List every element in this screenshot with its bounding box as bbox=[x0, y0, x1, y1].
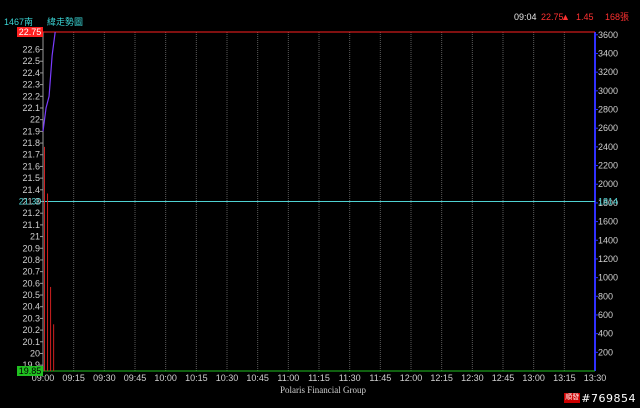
y-tick-label: 20.8 bbox=[22, 255, 40, 265]
y-tick-label: 21.8 bbox=[22, 138, 40, 148]
y-tick-label: 22.3 bbox=[22, 80, 40, 90]
volume-tick-label: 3000 bbox=[598, 86, 618, 96]
x-tick-label: 11:45 bbox=[369, 373, 391, 383]
x-tick-label: 12:15 bbox=[430, 373, 453, 383]
volume-tick-label: 1600 bbox=[598, 217, 618, 227]
y-tick-label: 22 bbox=[30, 115, 40, 125]
y-tick-label: 20.4 bbox=[22, 302, 40, 312]
volume-tick-label: 2000 bbox=[598, 179, 618, 189]
volume-tick-label: 2800 bbox=[598, 105, 618, 115]
volume-tick-label: 200 bbox=[598, 347, 613, 357]
x-tick-label: 13:30 bbox=[584, 373, 607, 383]
volume-tick-label: 600 bbox=[598, 310, 613, 320]
y-tick-label: 20.9 bbox=[22, 243, 40, 253]
x-tick-label: 10:45 bbox=[246, 373, 269, 383]
watermark: 順發 #769854 bbox=[564, 390, 636, 406]
y-tick-label: 22.2 bbox=[22, 91, 40, 101]
y-tick-label: 21.2 bbox=[22, 208, 40, 218]
volume-tick-label: 3400 bbox=[598, 48, 618, 58]
x-tick-label: 12:00 bbox=[400, 373, 423, 383]
volume-tick-label: 2400 bbox=[598, 142, 618, 152]
y-tick-label: 21.6 bbox=[22, 161, 40, 171]
x-tick-label: 11:30 bbox=[339, 373, 361, 383]
x-tick-label: 13:00 bbox=[522, 373, 545, 383]
y-tick-label: 20 bbox=[30, 348, 40, 358]
x-tick-label: 10:30 bbox=[216, 373, 239, 383]
y-tick-label: 20.6 bbox=[22, 278, 40, 288]
x-tick-label: 10:15 bbox=[185, 373, 208, 383]
y-tick-label: 20.3 bbox=[22, 313, 40, 323]
volume-tick-label: 3600 bbox=[598, 30, 618, 40]
y-tick-label: 21 bbox=[30, 232, 40, 242]
upper-limit-label: 22.75 bbox=[19, 27, 42, 37]
price-line bbox=[42, 31, 56, 132]
x-tick-label: 10:00 bbox=[154, 373, 177, 383]
price-chart: 09:00 09:15 09:30 09:45 10:00 10:15 10:30 10:45… bbox=[17, 27, 618, 383]
y-tick-label: 21.9 bbox=[22, 126, 40, 136]
x-tick-label: 11:15 bbox=[308, 373, 330, 383]
volume-tick-label: 1200 bbox=[598, 254, 618, 264]
reference-volume-label: 1814 bbox=[598, 197, 618, 207]
volume-tick-label: 2600 bbox=[598, 123, 618, 133]
volume-tick-label: 800 bbox=[598, 291, 613, 301]
y-tick-label: 22.5 bbox=[22, 56, 40, 66]
lower-limit-label: 19.85 bbox=[19, 366, 42, 376]
watermark-id: #769854 bbox=[581, 391, 636, 405]
y-tick-label: 22.4 bbox=[22, 68, 40, 78]
x-tick-label: 09:30 bbox=[93, 373, 116, 383]
y-tick-label: 20.1 bbox=[22, 337, 40, 347]
y-tick-label: 21.1 bbox=[22, 220, 40, 230]
volume-tick-label: 1000 bbox=[598, 273, 618, 283]
volume-tick-label: 400 bbox=[598, 329, 613, 339]
x-tick-label: 13:15 bbox=[553, 373, 576, 383]
y-tick-label: 20.5 bbox=[22, 290, 40, 300]
y-tick-label: 22.1 bbox=[22, 103, 40, 113]
y-tick-label: 21.5 bbox=[22, 173, 40, 183]
x-tick-label: 12:45 bbox=[492, 373, 515, 383]
volume-tick-label: 3200 bbox=[598, 67, 618, 77]
x-tick-label: 12:30 bbox=[461, 373, 484, 383]
x-tick-label: 09:15 bbox=[62, 373, 85, 383]
y-tick-label: 22.6 bbox=[22, 45, 40, 55]
volume-tick-label: 1400 bbox=[598, 235, 618, 245]
volume-tick-label: 2200 bbox=[598, 161, 618, 171]
y-tick-label: 21.4 bbox=[22, 185, 40, 195]
y-tick-label: 20.7 bbox=[22, 267, 40, 277]
y-tick-label: 21.7 bbox=[22, 150, 40, 160]
x-tick-label: 11:00 bbox=[277, 373, 299, 383]
x-tick-label: 09:45 bbox=[124, 373, 147, 383]
company-name: Polaris Financial Group bbox=[280, 385, 366, 395]
chart-stage: 1467南 緯走勢圖 09:04 22.75 ▲ 1.45 168張 09:00… bbox=[0, 0, 640, 408]
watermark-badge: 順發 bbox=[564, 393, 581, 403]
reference-label: 21.30 bbox=[19, 197, 42, 207]
y-tick-label: 20.2 bbox=[22, 325, 40, 335]
